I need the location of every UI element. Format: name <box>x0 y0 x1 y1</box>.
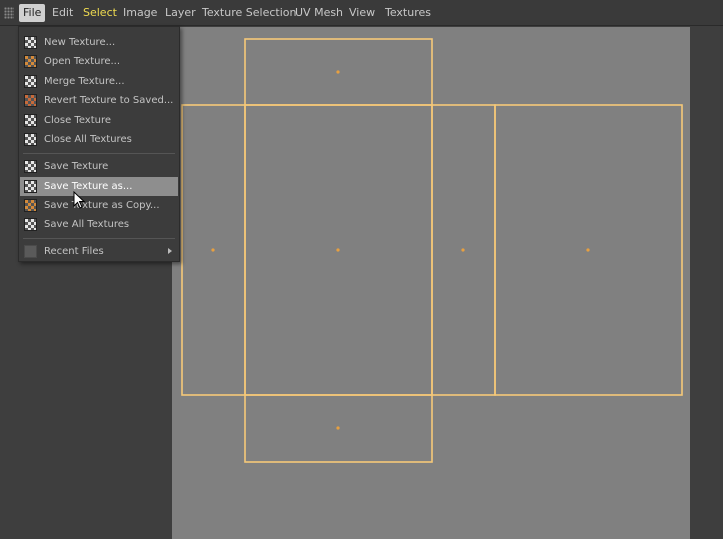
menu-item-label: Open Texture... <box>44 56 121 67</box>
menu-item-save-texture-as-copy[interactable]: Save Texture as Copy... <box>20 196 178 215</box>
recent-files-icon <box>24 245 37 258</box>
menu-item-merge-texture[interactable]: Merge Texture... <box>20 72 178 91</box>
menu-item-close-all-textures[interactable]: Close All Textures <box>20 130 178 149</box>
menu-item-label: Save Texture <box>44 161 109 172</box>
menu-item-save-texture[interactable]: Save Texture <box>20 157 178 176</box>
mouse-pointer-icon <box>73 191 86 209</box>
close-texture-icon <box>24 114 37 127</box>
revert-texture-icon <box>24 94 37 107</box>
uv-center-marker <box>211 248 215 252</box>
uv-center-marker <box>461 248 465 252</box>
menu-item-label: New Texture... <box>44 37 116 48</box>
menu-item-label: Save All Textures <box>44 219 130 230</box>
menu-item-label: Revert Texture to Saved... <box>44 95 174 106</box>
menu-item-label: Save Texture as Copy... <box>44 200 160 211</box>
menu-item-save-all-textures[interactable]: Save All Textures <box>20 215 178 234</box>
close-all-textures-icon <box>24 133 37 146</box>
menu-item-revert-texture[interactable]: Revert Texture to Saved... <box>20 91 178 110</box>
uv-center-marker <box>586 248 590 252</box>
submenu-arrow-icon <box>168 248 172 254</box>
menu-separator <box>23 153 175 154</box>
uv-center-marker <box>336 70 340 74</box>
uv-center-marker <box>336 248 340 252</box>
menu-item-close-texture[interactable]: Close Texture <box>20 111 178 130</box>
uv-center-marker <box>336 426 340 430</box>
menu-item-recent-files[interactable]: Recent Files <box>20 242 178 261</box>
menu-item-new-texture[interactable]: New Texture... <box>20 33 178 52</box>
save-texture-icon <box>24 160 37 173</box>
menu-item-save-texture-as[interactable]: Save Texture as... <box>20 177 178 196</box>
menu-item-open-texture[interactable]: Open Texture... <box>20 52 178 71</box>
open-texture-icon <box>24 55 37 68</box>
menu-item-label: Close Texture <box>44 115 112 126</box>
save-texture-as-icon <box>24 180 37 193</box>
new-texture-icon <box>24 36 37 49</box>
menu-item-label: Merge Texture... <box>44 76 125 87</box>
menu-item-label: Close All Textures <box>44 134 132 145</box>
menu-item-label: Save Texture as... <box>44 181 133 192</box>
menu-item-label: Recent Files <box>44 246 104 257</box>
save-all-textures-icon <box>24 218 37 231</box>
file-menu-dropdown: New Texture... Open Texture... Merge Tex… <box>18 26 180 262</box>
merge-texture-icon <box>24 75 37 88</box>
save-texture-copy-icon <box>24 199 37 212</box>
menu-separator <box>23 238 175 239</box>
